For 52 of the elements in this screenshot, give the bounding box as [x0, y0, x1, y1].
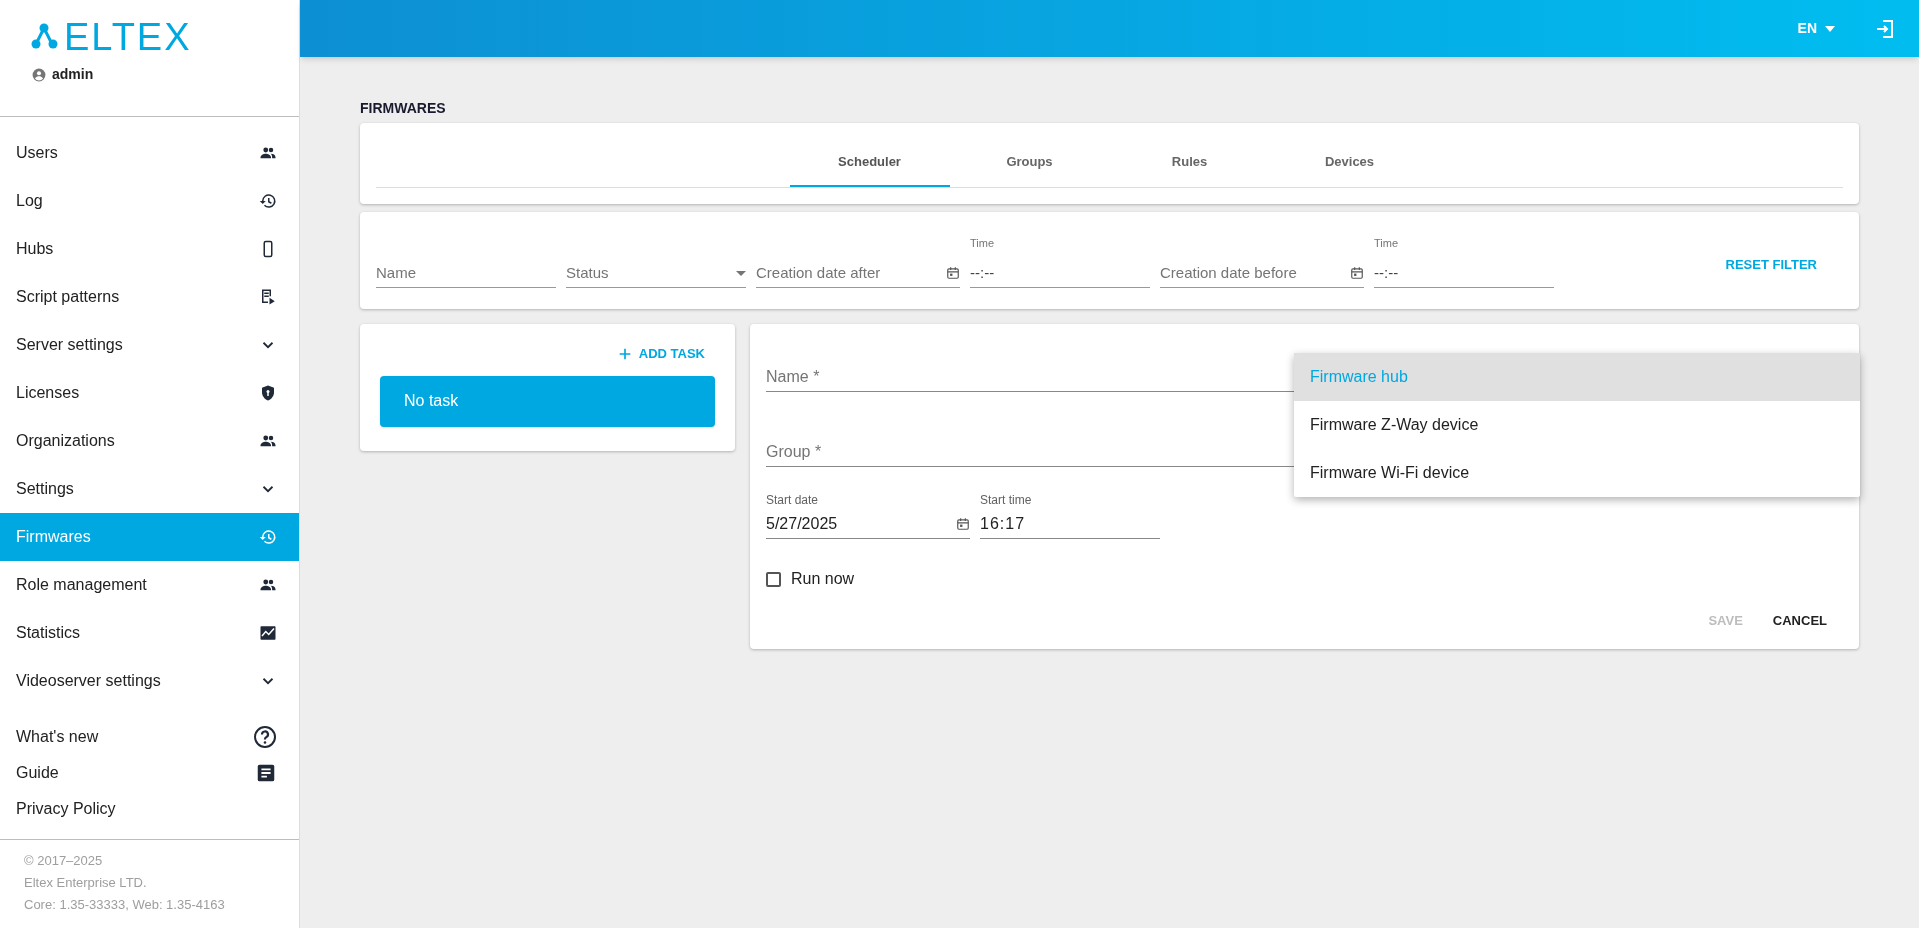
date-field[interactable]: Creation date after — [756, 259, 960, 288]
calendar-icon — [1350, 266, 1364, 281]
time-field[interactable]: --:-- — [1374, 259, 1554, 288]
time-field[interactable]: --:-- — [970, 259, 1150, 288]
footer-text: © 2017–2025 — [24, 852, 104, 870]
sidebar-item[interactable]: Role management — [0, 561, 299, 609]
document-play-icon — [259, 288, 277, 306]
user-avatar-icon — [32, 67, 46, 82]
footer-text: Core: 1.35-33333, Web: 1.35-4163 — [24, 896, 226, 914]
sidebar-link[interactable]: Privacy Policy — [0, 791, 299, 827]
history-icon — [259, 192, 277, 210]
document-icon — [255, 762, 277, 784]
start-date-field[interactable]: 5/27/2025 — [766, 509, 970, 539]
sidebar-item[interactable]: Hubs — [0, 225, 299, 273]
field-label: Time — [1374, 236, 1399, 252]
history-icon — [259, 528, 277, 546]
user-name: admin — [52, 65, 94, 84]
menu-option[interactable]: Firmware Z-Way device — [1294, 401, 1860, 449]
help-icon — [253, 725, 277, 749]
tab[interactable]: Devices — [1269, 139, 1430, 187]
field-label: Time — [970, 236, 995, 252]
sidebar-item[interactable]: Settings — [0, 465, 299, 513]
sidebar-link[interactable]: Guide — [0, 755, 299, 791]
tab[interactable]: Scheduler — [789, 139, 950, 187]
sidebar-item[interactable]: Server settings — [0, 321, 299, 369]
name-filter-field[interactable]: Name — [376, 259, 556, 288]
calendar-icon — [956, 516, 970, 531]
field-label: Start time — [980, 492, 1032, 509]
field-label: Start date — [766, 492, 819, 509]
footer-text: Eltex Enterprise LTD. — [24, 874, 148, 892]
date-field[interactable]: Creation date before — [1160, 259, 1364, 288]
chart-icon — [259, 624, 277, 642]
start-time-field[interactable]: 16:17 — [980, 509, 1160, 539]
sidebar-link[interactable]: What's new — [0, 719, 299, 755]
calendar-icon — [946, 266, 960, 281]
sidebar-item[interactable]: Licenses — [0, 369, 299, 417]
logo-text: ELTEX — [64, 18, 192, 56]
shield-icon — [259, 384, 277, 402]
status-dropdown[interactable]: Status — [566, 259, 746, 288]
menu-option[interactable]: Firmware Wi-Fi device — [1294, 449, 1860, 497]
sidebar-item[interactable]: Log — [0, 177, 299, 225]
page-title: FIRMWARES — [360, 101, 447, 115]
caret-icon — [736, 270, 746, 276]
sidebar-item[interactable]: Statistics — [0, 609, 299, 657]
sidebar-item[interactable]: Organizations — [0, 417, 299, 465]
sidebar-item[interactable]: Videoserver settings — [0, 657, 299, 705]
sidebar-item[interactable]: Script patterns — [0, 273, 299, 321]
tab[interactable]: Rules — [1109, 139, 1270, 187]
run-now-checkbox[interactable]: Run now — [766, 567, 855, 591]
sidebar-item[interactable]: Users — [0, 129, 299, 177]
cancel-button[interactable]: CANCEL — [1760, 605, 1839, 637]
tab[interactable]: Groups — [949, 139, 1110, 187]
